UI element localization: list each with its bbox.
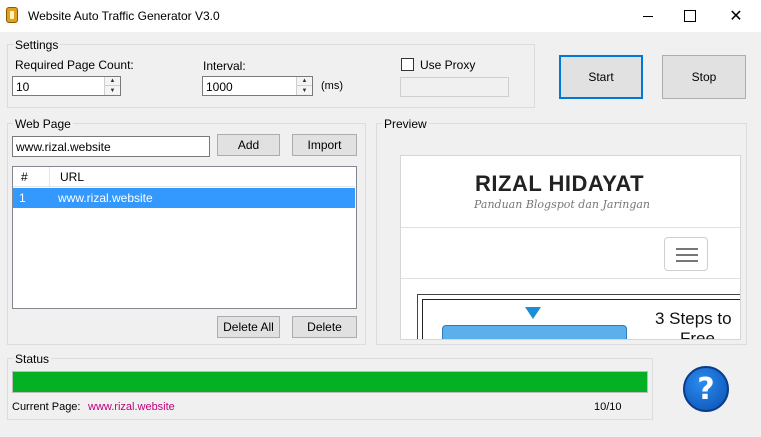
site-subtitle: Panduan Blogspot dan Jaringan xyxy=(474,198,650,211)
interval-value: 1000 xyxy=(206,80,233,94)
preview-group-label: Preview xyxy=(382,117,429,131)
web-page-group-label: Web Page xyxy=(13,117,73,131)
banner-blue-button xyxy=(442,325,627,339)
site-title: RIZAL HIDAYAT xyxy=(475,171,645,196)
title-bar: Website Auto Traffic Generator V3.0 ✕ xyxy=(0,0,761,32)
web-preview[interactable]: RIZAL HIDAYAT Panduan Blogspot dan Jarin… xyxy=(400,155,741,340)
interval-label: Interval: xyxy=(203,59,246,73)
column-header-index[interactable]: # xyxy=(13,167,50,187)
app-icon xyxy=(6,7,18,23)
required-page-count-stepper[interactable]: 10 ▲ ▼ xyxy=(12,76,121,96)
url-input[interactable]: www.rizal.website xyxy=(12,136,210,157)
list-header: # URL xyxy=(13,167,355,187)
settings-group-label: Settings xyxy=(13,38,61,52)
required-page-count-value: 10 xyxy=(16,80,30,94)
spin-up-icon[interactable]: ▲ xyxy=(105,77,120,86)
maximize-button[interactable] xyxy=(667,0,713,32)
progress-bar xyxy=(12,371,648,393)
spin-up-icon[interactable]: ▲ xyxy=(297,77,312,86)
arrow-down-icon xyxy=(525,307,541,319)
progress-fill xyxy=(13,372,647,392)
steps-text: 3 Steps to xyxy=(655,309,732,328)
import-button[interactable]: Import xyxy=(292,134,357,156)
nav-divider xyxy=(401,278,740,279)
menu-icon xyxy=(676,260,698,262)
interval-unit: (ms) xyxy=(321,80,343,92)
column-header-url[interactable]: URL xyxy=(50,167,355,187)
start-button[interactable]: Start xyxy=(559,55,643,99)
use-proxy-checkbox[interactable] xyxy=(401,58,414,71)
menu-icon xyxy=(676,254,698,256)
help-icon[interactable]: ? xyxy=(683,366,729,412)
window-title: Website Auto Traffic Generator V3.0 xyxy=(28,9,220,23)
url-input-value: www.rizal.website xyxy=(16,140,111,154)
spin-down-icon[interactable]: ▼ xyxy=(297,86,312,95)
delete-all-button[interactable]: Delete All xyxy=(217,316,280,338)
required-page-count-label: Required Page Count: xyxy=(15,58,134,72)
spin-down-icon[interactable]: ▼ xyxy=(105,86,120,95)
banner-frame: 3 Steps to Free xyxy=(417,294,740,340)
proxy-field xyxy=(400,77,509,97)
table-row[interactable]: 1 www.rizal.website xyxy=(13,188,355,208)
close-button[interactable]: ✕ xyxy=(713,0,759,32)
stop-button[interactable]: Stop xyxy=(662,55,746,99)
add-button[interactable]: Add xyxy=(217,134,280,156)
row-url: www.rizal.website xyxy=(58,191,153,205)
required-page-count-spin[interactable]: ▲ ▼ xyxy=(104,77,120,95)
interval-spin[interactable]: ▲ ▼ xyxy=(296,77,312,95)
menu-icon xyxy=(676,248,698,250)
use-proxy-label: Use Proxy xyxy=(420,58,476,72)
delete-button[interactable]: Delete xyxy=(292,316,357,338)
header-divider xyxy=(401,227,740,228)
current-page-value: www.rizal.website xyxy=(88,401,175,413)
progress-count: 10/10 xyxy=(594,401,622,413)
menu-toggle-button[interactable] xyxy=(664,237,708,271)
url-list[interactable]: # URL 1 www.rizal.website xyxy=(12,166,357,309)
row-index: 1 xyxy=(19,191,26,205)
current-page-label: Current Page: xyxy=(12,401,81,413)
minimize-button[interactable] xyxy=(625,0,671,32)
steps-text-2: Free xyxy=(680,329,715,340)
status-group-label: Status xyxy=(13,352,52,366)
interval-stepper[interactable]: 1000 ▲ ▼ xyxy=(202,76,313,96)
